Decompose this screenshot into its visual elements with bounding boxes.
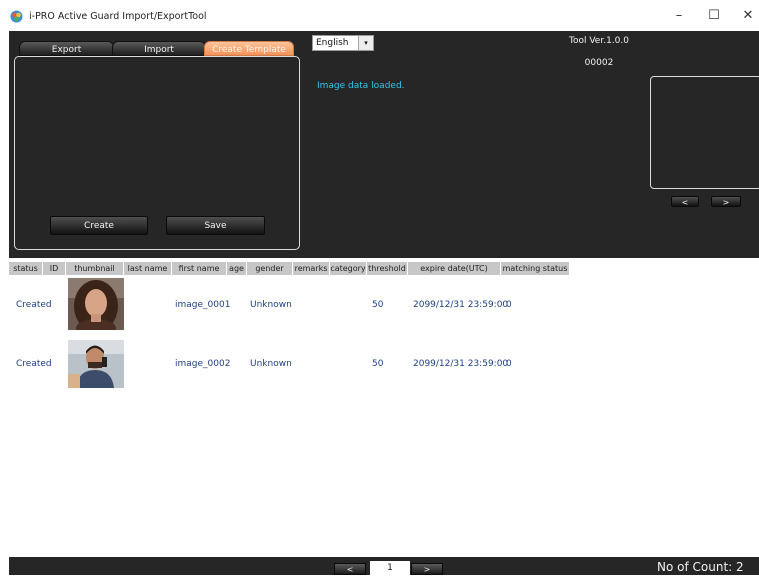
preview-prev-button[interactable]: < <box>671 196 699 207</box>
close-button[interactable]: ✕ <box>733 6 759 26</box>
column-header-age[interactable]: age <box>227 262 247 275</box>
row-expire-date: 2099/12/31 23:59:00 <box>413 359 509 369</box>
column-header-remarks[interactable]: remarks <box>293 262 330 275</box>
record-count: 00002 <box>584 58 614 68</box>
title-bar: i-PRO Active Guard Import/ExportTool – ☐… <box>0 0 759 31</box>
row-first-name: image_0002 <box>175 359 231 369</box>
table-header: status ID thumbnail last name first name… <box>9 262 570 275</box>
row-matching-status: 0 <box>506 300 512 310</box>
column-header-id[interactable]: ID <box>43 262 66 275</box>
column-header-last-name[interactable]: last name <box>124 262 172 275</box>
window-title: i-PRO Active Guard Import/ExportTool <box>29 11 207 22</box>
row-threshold: 50 <box>372 300 384 310</box>
maximize-button[interactable]: ☐ <box>699 6 729 26</box>
language-select[interactable]: English ▾ <box>312 35 374 51</box>
row-threshold: 50 <box>372 359 384 369</box>
chevron-down-icon[interactable]: ▾ <box>358 36 373 50</box>
row-status: Created <box>16 359 52 369</box>
tab-create-template[interactable]: Create Template <box>204 41 294 56</box>
column-header-category[interactable]: category <box>330 262 367 275</box>
app-icon <box>10 10 23 23</box>
minimize-button[interactable]: – <box>664 6 694 26</box>
save-button[interactable]: Save <box>166 216 265 235</box>
image-preview <box>650 76 759 189</box>
language-value: English <box>316 38 349 48</box>
status-message: Image data loaded. <box>317 81 405 91</box>
tab-import[interactable]: Import <box>112 41 206 56</box>
column-header-thumbnail[interactable]: thumbnail <box>66 262 124 275</box>
page-number-input[interactable]: 1 <box>370 561 410 575</box>
page-prev-button[interactable]: < <box>334 563 366 575</box>
row-gender: Unknown <box>250 300 292 310</box>
row-matching-status: 0 <box>506 359 512 369</box>
column-header-matching-status[interactable]: matching status <box>501 262 570 275</box>
thumbnail-image <box>68 278 124 330</box>
footer-bar: < 1 > No of Count: 2 <box>9 557 759 575</box>
column-header-gender[interactable]: gender <box>247 262 293 275</box>
create-button[interactable]: Create <box>50 216 148 235</box>
page-next-button[interactable]: > <box>411 563 443 575</box>
row-gender: Unknown <box>250 359 292 369</box>
row-first-name: image_0001 <box>175 300 231 310</box>
thumbnail-image <box>68 340 124 388</box>
column-header-first-name[interactable]: first name <box>172 262 227 275</box>
column-header-threshold[interactable]: threshold <box>367 262 408 275</box>
template-panel: Create Save <box>14 56 300 250</box>
row-expire-date: 2099/12/31 23:59:00 <box>413 300 509 310</box>
tool-version: Tool Ver.1.0.0 <box>569 36 629 46</box>
total-count: No of Count: 2 <box>657 560 744 574</box>
control-panel: Export Import Create Template Create Sav… <box>9 31 759 258</box>
column-header-status[interactable]: status <box>9 262 43 275</box>
preview-next-button[interactable]: > <box>711 196 741 207</box>
column-header-expire-date[interactable]: expire date(UTC) <box>408 262 501 275</box>
row-status: Created <box>16 300 52 310</box>
tab-export[interactable]: Export <box>19 41 114 56</box>
